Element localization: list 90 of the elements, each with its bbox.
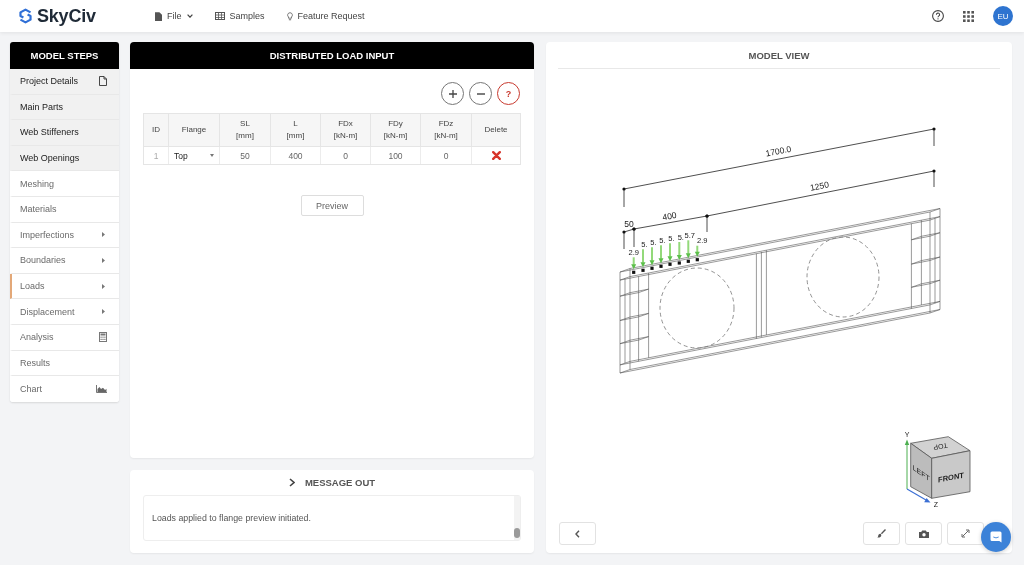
chevron-right-icon xyxy=(288,478,295,487)
sidebar-item[interactable]: Analysis xyxy=(10,324,119,351)
load-arrow xyxy=(676,241,682,260)
document-icon xyxy=(99,76,107,87)
sidebar-item[interactable]: Results xyxy=(10,350,119,377)
log-message: Loads applied to flange preview initiated. xyxy=(152,513,312,523)
load-arrow xyxy=(631,256,637,270)
user-avatar[interactable]: EU xyxy=(993,6,1013,26)
cross-icon xyxy=(491,151,501,160)
help-icon xyxy=(932,10,944,22)
caret-right-icon xyxy=(102,283,105,289)
add-button[interactable] xyxy=(441,82,464,105)
caret-down-icon xyxy=(210,154,214,157)
y-axis-arrow xyxy=(904,439,910,490)
file-icon xyxy=(155,11,162,21)
nav-link[interactable]: File xyxy=(155,11,193,21)
chevron-left-icon xyxy=(575,529,580,538)
sidebar-item[interactable]: Meshing xyxy=(10,171,119,197)
load-arrow xyxy=(658,244,664,264)
column-header: L [mm] xyxy=(271,114,321,147)
column-header: Delete xyxy=(472,114,520,147)
sidebar-item[interactable]: Web Openings xyxy=(10,145,119,172)
dimension-label: 400 xyxy=(661,209,678,223)
node-marker xyxy=(677,261,681,265)
caret-right-icon xyxy=(102,257,105,263)
caret-right-icon xyxy=(102,232,105,238)
sidebar-item[interactable]: Web Stiffeners xyxy=(10,120,119,146)
dimension-label: 1700.0 xyxy=(764,143,793,159)
brush-icon xyxy=(877,529,886,538)
logo-text: SkyCiv xyxy=(37,5,96,27)
sidebar-item[interactable]: Project Details xyxy=(10,69,119,95)
z-axis-arrow xyxy=(906,488,931,503)
table-cell: 400 xyxy=(271,147,321,164)
caret-down-icon xyxy=(186,14,193,18)
nav-link[interactable]: Samples xyxy=(214,11,265,21)
sidebar-item[interactable]: Chart xyxy=(10,376,119,402)
dimension-label: 1250 xyxy=(809,179,830,193)
caret-right-icon xyxy=(102,309,105,315)
fullscreen-button[interactable] xyxy=(947,522,984,545)
sidebar-item[interactable]: Displacement xyxy=(10,299,119,325)
row-id: 1 xyxy=(153,150,159,161)
column-header: Flange xyxy=(169,114,220,147)
sidebar-item[interactable]: Materials xyxy=(10,196,119,223)
screenshot-button[interactable] xyxy=(905,522,942,545)
expand-icon xyxy=(961,529,970,538)
column-header: SL [mm] xyxy=(220,114,271,147)
scrollbar-thumb[interactable] xyxy=(514,528,520,538)
column-header: FDy [kN-m] xyxy=(371,114,421,147)
table-cell: 0 xyxy=(321,147,371,164)
column-header: FDz [kN-m] xyxy=(421,114,472,147)
help-button[interactable] xyxy=(932,10,944,22)
calculator-icon xyxy=(99,332,107,343)
minus-icon xyxy=(476,92,485,95)
dimension-label: 50 xyxy=(624,219,634,229)
delete-button[interactable] xyxy=(491,151,501,160)
remove-button[interactable] xyxy=(469,82,492,105)
load-arrow xyxy=(667,242,673,262)
chat-icon xyxy=(990,531,1002,543)
sidebar-item[interactable]: Boundaries xyxy=(10,248,119,274)
plus-icon xyxy=(448,89,457,98)
table-cell: 0 xyxy=(421,147,472,164)
load-arrow xyxy=(685,239,691,259)
help-button[interactable]: ? xyxy=(497,82,520,105)
panel-title: DISTRIBUTED LOAD INPUT xyxy=(130,42,534,69)
area-chart-icon xyxy=(96,384,107,393)
load-arrow xyxy=(694,244,700,257)
table-cell: 100 xyxy=(371,147,421,164)
sidebar-item[interactable]: Loads xyxy=(10,273,119,300)
lightbulb-icon xyxy=(286,11,293,21)
load-arrow xyxy=(649,246,655,266)
scrollbar-track[interactable] xyxy=(514,496,520,540)
table-icon xyxy=(214,12,225,20)
camera-icon xyxy=(918,529,929,538)
sidebar-item[interactable]: Main Parts xyxy=(10,94,119,121)
logo-icon xyxy=(18,8,33,24)
column-header: ID xyxy=(144,114,169,147)
nav-link[interactable]: Feature Request xyxy=(286,11,365,21)
paint-button[interactable] xyxy=(863,522,900,545)
column-header: FDx [kN-m] xyxy=(321,114,371,147)
message-toggle[interactable]: MESSAGE OUT xyxy=(288,470,376,495)
load-arrow xyxy=(640,248,646,268)
grid-icon xyxy=(963,10,974,22)
view-cube[interactable] xyxy=(910,436,971,499)
preview-button[interactable]: Preview xyxy=(300,195,364,216)
sidebar-title: MODEL STEPS xyxy=(10,42,119,69)
panel-title: MODEL VIEW xyxy=(558,42,1000,69)
sidebar-item[interactable]: Imperfections xyxy=(10,222,119,249)
apps-button[interactable] xyxy=(963,10,974,22)
table-cell: 50 xyxy=(220,147,271,164)
flange-select[interactable]: Top xyxy=(169,147,219,164)
